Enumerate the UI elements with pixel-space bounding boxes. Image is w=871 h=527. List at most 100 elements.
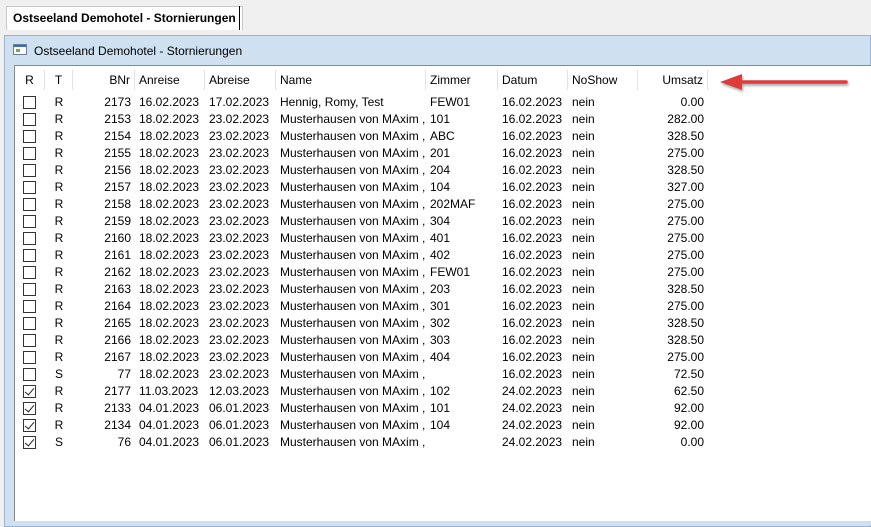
row-checkbox[interactable]: [23, 113, 36, 126]
row-checkbox[interactable]: [23, 215, 36, 228]
cell-noshow: nein: [572, 112, 595, 126]
cell-name: Musterhausen von MAxim ,...: [280, 146, 426, 160]
table-row[interactable]: S 76 04.01.2023 06.01.2023 Musterhausen von …: [15, 434, 871, 451]
row-checkbox[interactable]: [23, 232, 36, 245]
row-checkbox[interactable]: [23, 300, 36, 313]
cell-noshow: nein: [572, 401, 595, 415]
table-row[interactable]: R 2134 04.01.2023 06.01.2023 Musterhausen vo…: [15, 417, 871, 434]
cell-bnr: 2157: [104, 180, 131, 194]
cell-umsatz: 275.00: [667, 299, 704, 313]
table-row[interactable]: S 77 18.02.2023 23.02.2023 Musterhausen von …: [15, 366, 871, 383]
table-row[interactable]: R 2157 18.02.2023 23.02.2023 Musterhausen vo…: [15, 179, 871, 196]
cell-datum: 16.02.2023: [502, 282, 563, 296]
table-row[interactable]: R 2177 11.03.2023 12.03.2023 Musterhausen vo…: [15, 383, 871, 400]
cell-noshow: nein: [572, 231, 595, 245]
cell-t: R: [54, 316, 64, 330]
cell-bnr: 2154: [104, 129, 131, 143]
table-row[interactable]: R 2164 18.02.2023 23.02.2023 Musterhausen vo…: [15, 298, 871, 315]
table-row[interactable]: R 2156 18.02.2023 23.02.2023 Musterhausen vo…: [15, 162, 871, 179]
row-checkbox[interactable]: [23, 283, 36, 296]
cell-zimmer: 302: [430, 316, 451, 330]
table-row[interactable]: R 2155 18.02.2023 23.02.2023 Musterhausen vo…: [15, 145, 871, 162]
cell-datum: 16.02.2023: [502, 350, 563, 364]
row-checkbox[interactable]: [23, 419, 36, 432]
column-header-name[interactable]: Name: [276, 70, 426, 90]
table-row[interactable]: R 2159 18.02.2023 23.02.2023 Musterhausen vo…: [15, 213, 871, 230]
column-header-datum[interactable]: Datum: [498, 70, 568, 90]
cell-noshow: nein: [572, 214, 595, 228]
table-row[interactable]: R 2158 18.02.2023 23.02.2023 Musterhausen vo…: [15, 196, 871, 213]
row-checkbox[interactable]: [23, 351, 36, 364]
column-header-noshow[interactable]: NoShow: [568, 70, 638, 90]
cell-noshow: nein: [572, 316, 595, 330]
row-checkbox[interactable]: [23, 317, 36, 330]
cell-t: R: [54, 418, 64, 432]
tab-stornierungen[interactable]: Ostseeland Demohotel - Stornierungen: [6, 6, 243, 30]
row-checkbox[interactable]: [23, 198, 36, 211]
column-header-abreise[interactable]: Abreise: [205, 70, 276, 90]
table-row[interactable]: R 2154 18.02.2023 23.02.2023 Musterhausen vo…: [15, 128, 871, 145]
cell-abreise: 06.01.2023: [209, 435, 270, 449]
row-checkbox[interactable]: [23, 181, 36, 194]
row-checkbox[interactable]: [23, 266, 36, 279]
cell-bnr: 2156: [104, 163, 131, 177]
table-row[interactable]: R 2163 18.02.2023 23.02.2023 Musterhausen vo…: [15, 281, 871, 298]
row-checkbox[interactable]: [23, 130, 36, 143]
cell-abreise: 23.02.2023: [209, 316, 270, 330]
cell-anreise: 18.02.2023: [139, 265, 200, 279]
cell-name: Musterhausen von MAxim ,...: [280, 384, 426, 398]
cell-umsatz: 327.00: [667, 180, 704, 194]
column-header-t[interactable]: T: [45, 70, 73, 90]
cell-noshow: nein: [572, 418, 595, 432]
cell-t: R: [54, 299, 64, 313]
cell-umsatz: 72.50: [673, 367, 704, 381]
cell-bnr: 2160: [104, 231, 131, 245]
cancellations-grid[interactable]: R T BNr Anreise Abreise Name Zimmer Datu…: [14, 65, 871, 521]
row-checkbox[interactable]: [23, 368, 36, 381]
column-header-bnr[interactable]: BNr: [73, 70, 135, 90]
table-row[interactable]: R 2166 18.02.2023 23.02.2023 Musterhausen vo…: [15, 332, 871, 349]
row-checkbox[interactable]: [23, 436, 36, 449]
cell-name: Musterhausen von MAxim ,...: [280, 333, 426, 347]
column-header-umsatz[interactable]: Umsatz: [638, 70, 708, 90]
cell-noshow: nein: [572, 95, 595, 109]
table-row[interactable]: R 2167 18.02.2023 23.02.2023 Musterhausen vo…: [15, 349, 871, 366]
table-row[interactable]: R 2162 18.02.2023 23.02.2023 Musterhausen vo…: [15, 264, 871, 281]
table-row[interactable]: R 2173 16.02.2023 17.02.2023 Hennig, Romy, T…: [15, 94, 871, 111]
table-row[interactable]: R 2153 18.02.2023 23.02.2023 Musterhausen vo…: [15, 111, 871, 128]
row-checkbox[interactable]: [23, 402, 36, 415]
cell-bnr: 2161: [104, 248, 131, 262]
cell-zimmer: 404: [430, 350, 451, 364]
cell-datum: 16.02.2023: [502, 333, 563, 347]
cell-umsatz: 275.00: [667, 231, 704, 245]
cell-t: R: [54, 265, 64, 279]
window-bottom-border: [14, 521, 871, 525]
cell-noshow: nein: [572, 435, 595, 449]
table-row[interactable]: R 2165 18.02.2023 23.02.2023 Musterhausen vo…: [15, 315, 871, 332]
cell-umsatz: 328.50: [667, 129, 704, 143]
table-row[interactable]: R 2160 18.02.2023 23.02.2023 Musterhausen vo…: [15, 230, 871, 247]
cell-t: R: [54, 384, 64, 398]
cell-abreise: 06.01.2023: [209, 401, 270, 415]
row-checkbox[interactable]: [23, 249, 36, 262]
row-checkbox[interactable]: [23, 96, 36, 109]
cell-abreise: 23.02.2023: [209, 231, 270, 245]
cell-datum: 16.02.2023: [502, 299, 563, 313]
row-checkbox[interactable]: [23, 147, 36, 160]
cell-anreise: 18.02.2023: [139, 231, 200, 245]
cell-noshow: nein: [572, 384, 595, 398]
table-row[interactable]: R 2161 18.02.2023 23.02.2023 Musterhausen vo…: [15, 247, 871, 264]
row-checkbox[interactable]: [23, 164, 36, 177]
cell-name: Musterhausen von MAxim ,...: [280, 350, 426, 364]
row-checkbox[interactable]: [23, 385, 36, 398]
table-row[interactable]: R 2133 04.01.2023 06.01.2023 Musterhausen vo…: [15, 400, 871, 417]
column-header-zimmer[interactable]: Zimmer: [426, 70, 498, 90]
cell-name: Musterhausen von MAxim ,...: [280, 282, 426, 296]
column-header-r[interactable]: R: [15, 70, 45, 90]
cell-abreise: 23.02.2023: [209, 180, 270, 194]
column-header-anreise[interactable]: Anreise: [135, 70, 205, 90]
row-checkbox[interactable]: [23, 334, 36, 347]
cell-t: S: [54, 435, 63, 449]
cell-noshow: nein: [572, 146, 595, 160]
cell-datum: 16.02.2023: [502, 214, 563, 228]
